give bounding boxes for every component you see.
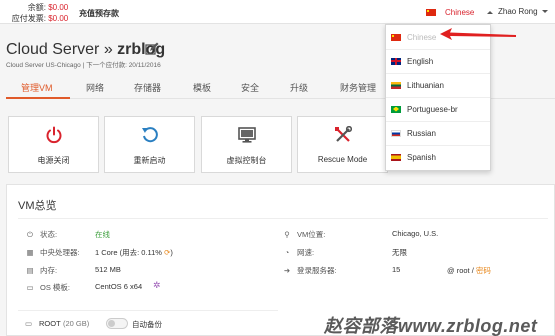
tab-manage-vm[interactable]: 管理VM [21, 81, 53, 94]
status-value: 在线 [95, 230, 110, 239]
restart-icon [142, 127, 158, 143]
virtual-console-label: 虚拟控制台 [226, 156, 267, 165]
location-row: ⚲ VM位置: [282, 229, 325, 240]
auto-backup-toggle[interactable] [106, 318, 128, 329]
active-tab-indicator [6, 97, 70, 99]
divider [18, 218, 548, 219]
cpu-row: ▦ 中央处理器: [25, 247, 80, 258]
os-row: ▭ OS 模板: [25, 282, 70, 293]
disk-label: ROOT [39, 319, 61, 328]
cpu-icon: ▦ [26, 248, 34, 257]
auto-backup-label: 自动备份 [132, 320, 162, 329]
memory-label: 内存: [40, 266, 58, 275]
due-invoices-value: $0.00 [48, 14, 69, 23]
title-prefix: Cloud Server » [6, 41, 113, 58]
rescue-mode-button[interactable]: Rescue Mode [297, 116, 388, 173]
location-label: VM位置: [297, 230, 326, 239]
tab-billing[interactable]: 财务管理 [340, 81, 376, 94]
bandwidth-value: 无限 [392, 248, 407, 257]
language-option-spanish[interactable]: Spanish [386, 145, 490, 170]
language-option-lithuanian[interactable]: Lithuanian [386, 73, 490, 98]
recharge-link[interactable]: 充值预存款 [79, 8, 119, 19]
restart-label: 重新启动 [133, 156, 166, 165]
power-off-button[interactable]: 电源关闭 [8, 116, 99, 173]
monitor-icon [238, 127, 256, 143]
memory-value: 512 MB [95, 265, 121, 274]
annotation-arrow-icon [440, 28, 516, 40]
tab-security[interactable]: 安全 [241, 81, 259, 94]
spain-flag-icon [391, 154, 401, 161]
top-bar: 余额: $0.00 应付发票: $0.00 充值预存款 Chinese Zhao… [0, 0, 555, 24]
server-subline: Cloud Server US-Chicago | 下一个应付款: 20/11/… [6, 62, 161, 69]
watermark: 赵容部落www.zrblog.net [324, 316, 538, 336]
login-user: @ root / 密码 [447, 266, 491, 275]
caret-up-icon [487, 11, 494, 14]
location-pin-icon: ⚲ [284, 230, 290, 239]
disk-size: (20 GB) [63, 319, 90, 328]
restart-button[interactable]: 重新启动 [104, 116, 195, 173]
cpu-value: 1 Core (用去: 0.11% ⟳) [95, 248, 173, 257]
russia-flag-icon [391, 129, 401, 137]
tab-upgrade[interactable]: 升级 [290, 81, 308, 94]
bandwidth-row: ◔ 网速: [282, 247, 314, 258]
cpu-label: 中央处理器: [40, 248, 80, 257]
bandwidth-label: 网速: [297, 248, 315, 257]
vm-overview-title: VM总览 [18, 200, 57, 212]
china-flag-icon [391, 33, 401, 41]
page-title: Cloud Server » zrblog [6, 41, 165, 59]
power-icon: ⏻ [27, 229, 33, 239]
status-row: ⏻ 状态: [25, 229, 57, 240]
user-name: Zhao Rong [498, 7, 538, 16]
language-option-portuguese-br[interactable]: Portuguese-br [386, 97, 490, 122]
balance-value: $0.00 [48, 3, 69, 12]
memory-row: ▤ 内存: [25, 265, 57, 276]
brazil-flag-icon [391, 105, 401, 113]
balance-info: 余额: $0.00 应付发票: $0.00 [4, 2, 69, 24]
login-label: 登录服务器: [297, 266, 337, 275]
memory-icon: ▤ [26, 266, 34, 275]
language-selector[interactable]: Chinese [426, 7, 494, 18]
disk-icon: ▭ [25, 319, 33, 328]
language-option-english[interactable]: English [386, 49, 490, 74]
uk-flag-icon [391, 57, 401, 65]
virtual-console-button[interactable]: 虚拟控制台 [201, 116, 292, 173]
china-flag-icon [426, 9, 436, 16]
user-menu[interactable]: Zhao Rong [498, 7, 548, 16]
power-icon [46, 126, 62, 144]
balance-label: 余额: [27, 3, 46, 12]
login-icon: ➜ [283, 266, 291, 275]
lithuania-flag-icon [391, 81, 401, 89]
tab-templates[interactable]: 模板 [193, 81, 211, 94]
os-icon: ▭ [26, 283, 34, 292]
caret-down-icon [541, 10, 548, 13]
location-value: Chicago, U.S. [392, 229, 439, 238]
centos-logo-icon: ✲ [153, 280, 161, 290]
edit-icon[interactable] [145, 42, 159, 56]
refresh-icon[interactable]: ⟳ [164, 248, 170, 257]
power-off-label: 电源关闭 [37, 156, 70, 165]
os-value: CentOS 6 x64 [95, 282, 143, 291]
rescue-mode-label: Rescue Mode [317, 155, 368, 164]
due-invoices-label: 应付发票: [11, 14, 46, 23]
language-option-russian[interactable]: Russian [386, 121, 490, 146]
os-label: OS 模板: [40, 283, 71, 292]
disk-row: ▭ ROOT (20 GB) 自动备份 [18, 310, 278, 335]
login-ip: 15 [392, 265, 401, 274]
tab-storage[interactable]: 存储器 [134, 81, 161, 94]
status-label: 状态: [40, 230, 58, 239]
current-language: Chinese [445, 8, 475, 17]
language-dropdown: Chinese English Lithuanian Portuguese-br… [385, 24, 491, 171]
tab-network[interactable]: 网络 [86, 81, 104, 94]
tools-icon [335, 126, 352, 142]
password-link[interactable]: 密码 [476, 266, 491, 275]
speed-icon: ◔ [284, 248, 290, 257]
login-row: ➜ 登录服务器: [282, 265, 337, 276]
